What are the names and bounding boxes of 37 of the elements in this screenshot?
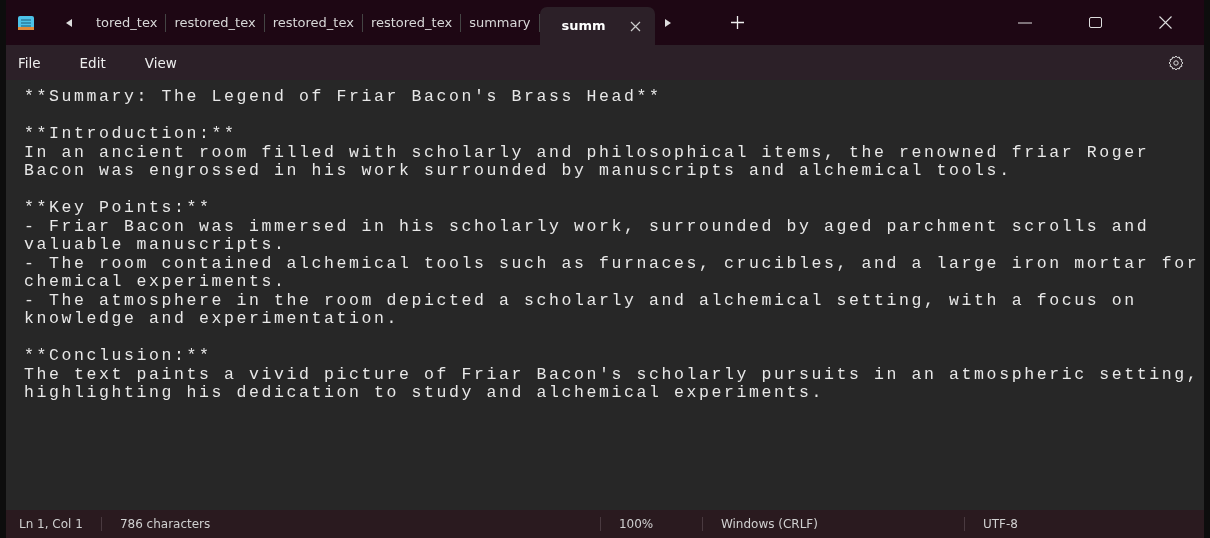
character-count: 786 characters xyxy=(100,517,600,531)
text-line: Bacon was engrossed in his work surrounded by manuscripts and alchemical tools. xyxy=(24,162,1013,181)
settings-icon[interactable] xyxy=(1168,54,1184,71)
text-line: highlighting his dedication to study and alchemical experiments. xyxy=(24,384,826,403)
new-tab-icon[interactable] xyxy=(730,16,744,29)
tab[interactable]: summ xyxy=(539,7,655,45)
text-line: - The room contained alchemical tools such as furnaces, crucibles, and a large iron mortar for xyxy=(24,254,1201,273)
encoding: UTF-8 xyxy=(963,517,1036,531)
line-ending: Windows (CRLF) xyxy=(701,517,964,531)
tab[interactable]: restored_tex xyxy=(264,13,363,32)
text-line: chemical experiments. xyxy=(24,273,288,292)
menu-item[interactable]: File xyxy=(6,54,59,71)
close-icon[interactable] xyxy=(629,20,641,32)
text-line: knowledge and experimentation. xyxy=(24,310,401,329)
text-line: In an ancient room filled with scholarly and philosophical items, the renowned friar Roger xyxy=(24,143,1151,162)
scroll-right-icon[interactable] xyxy=(662,17,673,28)
text-line: valuable manuscripts. xyxy=(24,236,288,255)
scroll-left-icon[interactable] xyxy=(64,17,74,28)
minimize-icon[interactable] xyxy=(1018,21,1032,24)
text-line: - The atmosphere in the room depicted a scholarly and alchemical setting, with a focus on xyxy=(24,291,1138,310)
text-line: **Key Points:** xyxy=(24,199,213,218)
text-line: **Introduction:** xyxy=(24,125,238,144)
text-line: The text paints a vivid picture of Friar Bacon's scholarly pursuits in an atmospheric setting, xyxy=(24,365,1201,384)
text-line: **Summary: The Legend of Friar Bacon's Brass Head** xyxy=(24,88,663,107)
maximize-icon[interactable] xyxy=(1088,17,1102,28)
menu-item[interactable]: Edit xyxy=(67,54,124,71)
close-icon[interactable] xyxy=(1158,16,1172,29)
zoom-level: 100% xyxy=(599,517,702,531)
text-line: **Conclusion:** xyxy=(24,347,213,366)
tab[interactable]: restored_tex xyxy=(166,13,265,32)
menu-item[interactable]: View xyxy=(132,54,195,71)
tab[interactable]: tored_tex xyxy=(88,13,167,32)
tab[interactable]: restored_tex xyxy=(362,13,462,32)
cursor-position: Ln 1, Col 1 xyxy=(18,517,84,531)
tab[interactable]: summary xyxy=(461,13,540,32)
text-line: - Friar Bacon was immersed in his scholarly work, surrounded by aged parchment scrolls and xyxy=(24,217,1151,236)
notepad-icon xyxy=(18,14,34,31)
